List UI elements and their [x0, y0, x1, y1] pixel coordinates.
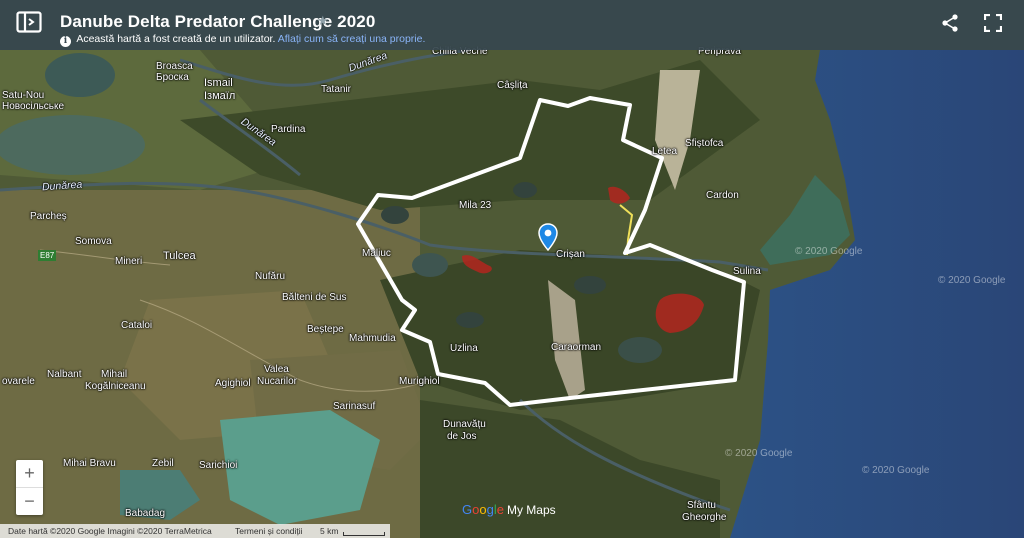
place-label: Satu-Nou [2, 90, 45, 101]
place-label: Broasca [156, 61, 193, 72]
map-watermark: © 2020 Google [938, 275, 1006, 286]
user-map-notice: i Această hartă a fost creată de un util… [60, 33, 425, 47]
place-label: Mila 23 [459, 200, 492, 211]
place-label: Sfiștofca [685, 138, 724, 149]
zoom-out-button[interactable]: − [16, 488, 43, 515]
place-label: Nucarilor [257, 376, 298, 387]
map-frame: { "header": { "title": "Danube Delta Pre… [0, 0, 1024, 538]
place-label: Bălteni de Sus [282, 292, 347, 303]
place-label: Uzlina [450, 343, 478, 354]
place-label: Sarinasuf [333, 401, 376, 412]
scale-bar [343, 532, 385, 536]
place-label: Ismail [204, 77, 233, 89]
place-label: Mineri [115, 256, 143, 267]
star-icon[interactable]: ★ [317, 13, 329, 29]
place-label: Maliuc [362, 248, 391, 259]
place-label: Caraorman [551, 342, 602, 353]
road-shield: E87 [38, 250, 57, 261]
info-icon: i [60, 36, 71, 47]
logo-letter: g [486, 502, 494, 517]
place-label: Gheorghe [682, 512, 727, 523]
sidebar-toggle-icon[interactable] [16, 11, 42, 33]
share-icon[interactable] [942, 14, 958, 32]
place-label: Dunavățu [443, 419, 486, 430]
zoom-in-button[interactable]: + [16, 460, 43, 487]
logo-letter: o [479, 502, 487, 517]
place-label: Mihai Bravu [63, 458, 116, 469]
place-label: Nufăru [255, 271, 286, 282]
place-label: Tatanir [321, 84, 352, 95]
place-label: Letea [652, 146, 678, 157]
terms-link[interactable]: Termeni și condiții [235, 524, 303, 538]
place-label: Cardon [706, 190, 739, 201]
place-label: de Jos [447, 431, 477, 442]
place-label: Tulcea [163, 250, 196, 262]
logo-suffix: My Maps [506, 503, 556, 517]
place-label: Mahmudia [349, 333, 396, 344]
scale-label: 5 km [320, 526, 339, 536]
place-label: Somova [75, 236, 112, 247]
learn-more-link[interactable]: Aflați cum să creați una proprie. [278, 33, 426, 45]
place-label: Zebil [152, 458, 174, 469]
place-label: Sarichioi [199, 460, 238, 471]
place-label: Murighiol [399, 376, 440, 387]
google-my-maps-logo: Google My Maps [462, 502, 556, 517]
place-label: Sfântu [687, 500, 716, 511]
map-watermark: © 2020 Google [725, 448, 793, 459]
place-label: Beștepe [307, 324, 344, 335]
place-label: Pardina [271, 124, 306, 135]
map-watermark: © 2020 Google [795, 246, 863, 257]
place-label: Agighiol [215, 378, 251, 389]
place-label: Parcheș [30, 211, 67, 222]
location-pin-icon[interactable] [538, 223, 558, 251]
map-header: Danube Delta Predator Challenge 2020 ★ i… [0, 0, 1024, 50]
map-watermark: © 2020 Google [862, 465, 930, 476]
fullscreen-icon[interactable] [984, 14, 1002, 32]
place-label: ovarele [2, 376, 35, 387]
place-label: Sulina [733, 266, 761, 277]
logo-letter: e [496, 502, 504, 517]
place-label: Babadag [125, 508, 166, 519]
place-label: Новосільське [2, 101, 65, 112]
place-label: Cataloi [121, 320, 153, 331]
place-label: Kogălniceanu [85, 381, 146, 392]
place-label: Câșlița [497, 80, 528, 91]
place-label: Mihail [101, 369, 128, 380]
map-attribution: Date hartă ©2020 Google Imagini ©2020 Te… [8, 526, 212, 536]
zoom-control: + − [16, 460, 43, 515]
place-label: Nalbant [47, 369, 82, 380]
map-footer: Date hartă ©2020 Google Imagini ©2020 Te… [0, 524, 390, 538]
place-label: Valea [264, 364, 289, 375]
notice-text: Această hartă a fost creată de un utiliz… [76, 33, 276, 45]
place-label: Crișan [556, 249, 585, 260]
logo-letter: G [462, 502, 473, 517]
place-label: Броска [156, 72, 189, 83]
place-label: Ізмаїл [204, 90, 236, 102]
